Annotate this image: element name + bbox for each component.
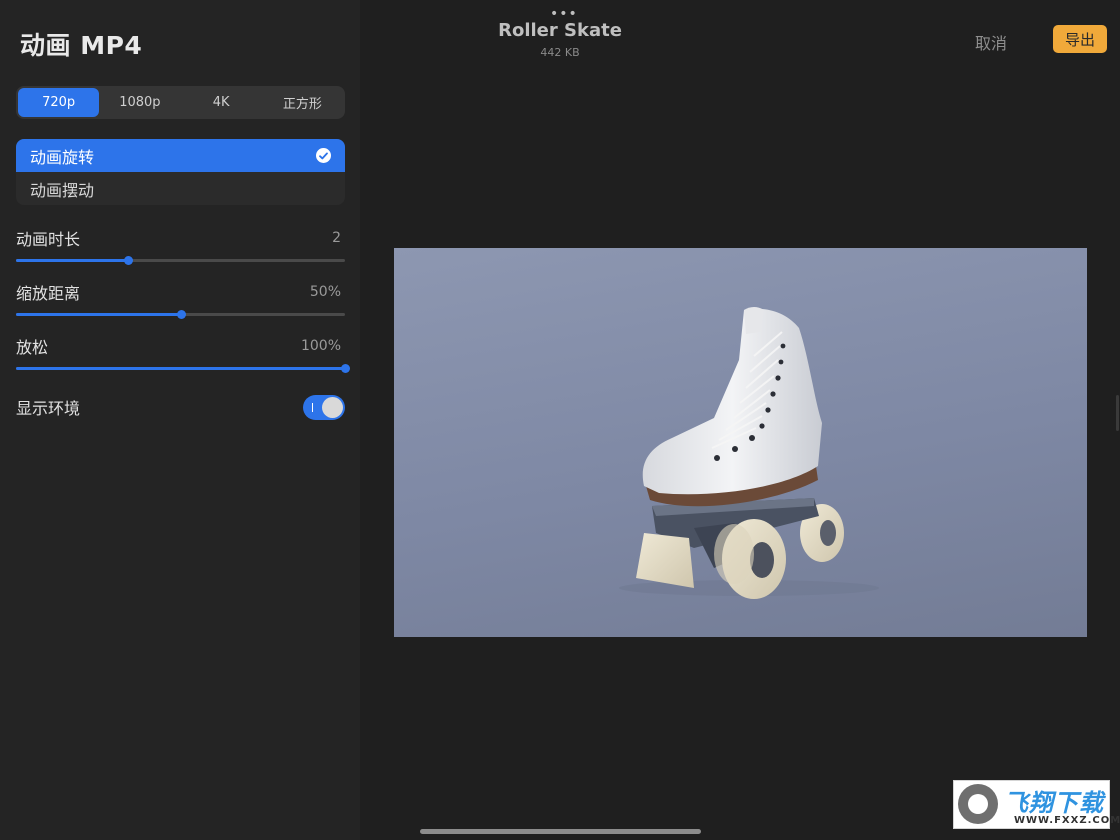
cancel-button[interactable]: 取消 bbox=[975, 30, 1007, 54]
resolution-segmented-control: 720p 1080p 4K 正方形 bbox=[16, 86, 345, 119]
show-environment-label: 显示环境 bbox=[16, 399, 81, 418]
watermark: 飞翔下载 WWW.FXXZ.COM bbox=[953, 780, 1120, 829]
resolution-option-1080p[interactable]: 1080p bbox=[99, 88, 180, 117]
animation-option-rotate[interactable]: 动画旋转 bbox=[16, 139, 345, 172]
watermark-url: WWW.FXXZ.COM bbox=[1014, 815, 1120, 826]
ease-slider-fill bbox=[16, 367, 345, 370]
animation-option-label: 动画旋转 bbox=[30, 147, 95, 167]
zoom-distance-value: 50% bbox=[309, 284, 341, 300]
duration-slider-thumb[interactable] bbox=[123, 256, 133, 265]
duration-slider-track[interactable] bbox=[16, 256, 345, 265]
zoom-distance-slider: 缩放距离 50% bbox=[16, 281, 345, 319]
zoom-distance-slider-track[interactable] bbox=[16, 310, 345, 319]
watermark-text: 飞翔下载 bbox=[1004, 789, 1104, 817]
roller-skate-image bbox=[619, 307, 879, 599]
export-settings-panel: 动画 MP4 720p 1080p 4K 正方形 动画旋转 动画摆动 动画时长 … bbox=[0, 0, 360, 840]
resolution-option-4k[interactable]: 4K bbox=[181, 88, 262, 117]
ease-slider: 放松 100% bbox=[16, 335, 350, 373]
zoom-distance-slider-fill bbox=[16, 313, 181, 316]
ease-slider-thumb[interactable] bbox=[341, 364, 350, 373]
panel-title: 动画 MP4 bbox=[20, 31, 143, 60]
zoom-distance-label: 缩放距离 bbox=[16, 284, 81, 303]
duration-slider: 动画时长 2 bbox=[16, 227, 345, 265]
show-environment-toggle[interactable] bbox=[303, 394, 345, 420]
ease-value: 100% bbox=[300, 338, 341, 354]
side-resize-handle[interactable] bbox=[1116, 395, 1119, 431]
resolution-option-720p[interactable]: 720p bbox=[18, 88, 100, 117]
check-circle-icon bbox=[316, 148, 331, 163]
file-title: Roller Skate bbox=[498, 20, 622, 41]
zoom-distance-slider-thumb[interactable] bbox=[176, 310, 186, 319]
home-indicator[interactable] bbox=[420, 829, 701, 834]
duration-value: 2 bbox=[332, 230, 341, 246]
duration-label: 动画时长 bbox=[16, 230, 81, 249]
toggle-knob bbox=[322, 396, 343, 418]
duration-slider-fill bbox=[16, 259, 128, 262]
toggle-on-indicator bbox=[312, 402, 313, 412]
resolution-option-square[interactable]: 正方形 bbox=[262, 88, 343, 117]
animation-option-swing[interactable]: 动画摆动 bbox=[16, 172, 345, 205]
ease-label: 放松 bbox=[16, 338, 49, 357]
model-preview[interactable] bbox=[394, 248, 1087, 637]
watermark-logo-icon bbox=[958, 784, 998, 824]
show-environment-row: 显示环境 bbox=[16, 394, 345, 420]
ease-slider-track[interactable] bbox=[16, 364, 350, 373]
animation-type-list: 动画旋转 动画摆动 bbox=[16, 139, 345, 205]
export-button[interactable]: 导出 bbox=[1053, 25, 1107, 53]
animation-option-label: 动画摆动 bbox=[30, 180, 95, 200]
file-size: 442 KB bbox=[540, 46, 580, 59]
